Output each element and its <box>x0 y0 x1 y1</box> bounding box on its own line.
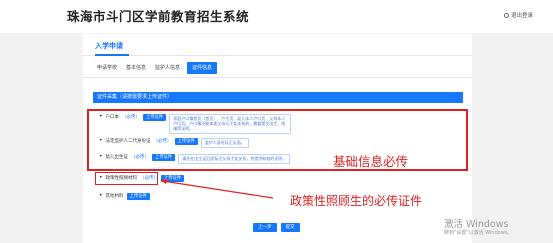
activation-watermark-subtitle: 转到"设置"以激活 Windows。 <box>444 230 513 236</box>
submit-button[interactable]: 提交 <box>280 223 300 232</box>
policy-annotation: 政策性照顾生的必传证件 <box>290 194 423 208</box>
prev-step-button[interactable]: 上一步 <box>253 223 277 232</box>
activation-watermark-title: 激活 Windows <box>444 219 509 230</box>
basic-info-annotation: 基础信息必传 <box>333 154 409 169</box>
annotation-arrow <box>160 179 274 199</box>
footer-actions: 上一步 提交 <box>253 223 300 232</box>
